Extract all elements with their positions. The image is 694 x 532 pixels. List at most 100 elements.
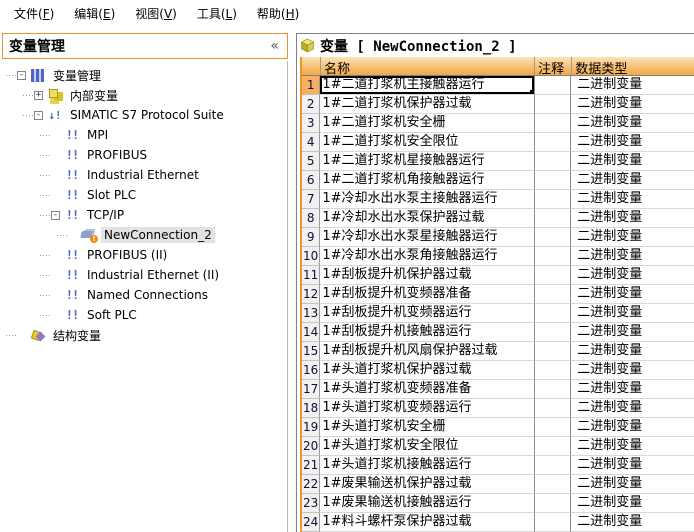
- comment-cell[interactable]: [535, 380, 571, 399]
- tree-item[interactable]: 结构变量: [2, 325, 287, 345]
- tag-name-cell[interactable]: 1#刮板提升机风扇保护器过载: [320, 342, 534, 361]
- tag-name-cell[interactable]: 1#头道打浆机接触器运行: [320, 456, 534, 475]
- datatype-cell[interactable]: 二进制变量: [571, 266, 694, 285]
- menu-item[interactable]: 视图(V): [125, 1, 187, 26]
- row-number-cell[interactable]: 4: [302, 133, 320, 152]
- tag-name-cell[interactable]: 1#头道打浆机变频器准备: [320, 380, 534, 399]
- datatype-cell[interactable]: 二进制变量: [571, 133, 694, 152]
- datatype-cell[interactable]: 二进制变量: [571, 171, 694, 190]
- menu-item[interactable]: 文件(F): [4, 1, 64, 26]
- tag-name-cell[interactable]: 1#头道打浆机安全限位: [320, 437, 534, 456]
- datatype-cell[interactable]: 二进制变量: [571, 399, 694, 418]
- comment-cell[interactable]: [535, 152, 571, 171]
- comment-cell[interactable]: [535, 133, 571, 152]
- datatype-cell[interactable]: 二进制变量: [571, 475, 694, 494]
- datatype-cell[interactable]: 二进制变量: [571, 304, 694, 323]
- tag-name-cell[interactable]: 1#刮板提升机变频器运行: [320, 304, 534, 323]
- comment-cell[interactable]: [535, 323, 571, 342]
- row-number-cell[interactable]: 24: [302, 513, 320, 532]
- tree-item[interactable]: !! PROFIBUS: [2, 145, 287, 165]
- tree-item[interactable]: NewConnection_2: [2, 225, 287, 245]
- comment-cell[interactable]: [535, 342, 571, 361]
- row-number-cell[interactable]: 11: [302, 266, 320, 285]
- row-number-cell[interactable]: 14: [302, 323, 320, 342]
- tree-item[interactable]: !! Named Connections: [2, 285, 287, 305]
- row-number-cell[interactable]: 9: [302, 228, 320, 247]
- tree-item[interactable]: !! Soft PLC: [2, 305, 287, 325]
- tree-expander-icon[interactable]: -: [17, 71, 26, 80]
- tag-name-cell[interactable]: 1#头道打浆机保护器过载: [320, 361, 534, 380]
- tag-name-cell[interactable]: 1#料斗螺杆泵保护器过载: [320, 513, 534, 532]
- comment-cell[interactable]: [535, 247, 571, 266]
- row-number-cell[interactable]: 19: [302, 418, 320, 437]
- comment-cell[interactable]: [535, 228, 571, 247]
- comment-cell[interactable]: [535, 209, 571, 228]
- datatype-cell[interactable]: 二进制变量: [571, 76, 694, 95]
- comment-cell[interactable]: [535, 266, 571, 285]
- tag-name-cell[interactable]: 1#废果输送机接触器运行: [320, 494, 534, 513]
- comment-cell[interactable]: [535, 456, 571, 475]
- datatype-cell[interactable]: 二进制变量: [571, 323, 694, 342]
- comment-cell[interactable]: [535, 361, 571, 380]
- datatype-cell[interactable]: 二进制变量: [571, 190, 694, 209]
- datatype-cell[interactable]: 二进制变量: [571, 95, 694, 114]
- tree-expander-icon[interactable]: -: [34, 111, 43, 120]
- row-number-cell[interactable]: 23: [302, 494, 320, 513]
- menu-item[interactable]: 编辑(E): [64, 1, 125, 26]
- datatype-cell[interactable]: 二进制变量: [571, 437, 694, 456]
- row-number-cell[interactable]: 15: [302, 342, 320, 361]
- datatype-cell[interactable]: 二进制变量: [571, 456, 694, 475]
- row-number-cell[interactable]: 18: [302, 399, 320, 418]
- datatype-cell[interactable]: 二进制变量: [571, 247, 694, 266]
- comment-cell[interactable]: [535, 76, 571, 95]
- tag-name-cell[interactable]: 1#二道打浆机星接触器运行: [320, 152, 534, 171]
- datatype-cell[interactable]: 二进制变量: [571, 513, 694, 532]
- comment-cell[interactable]: [535, 437, 571, 456]
- column-header-datatype[interactable]: 数据类型: [572, 57, 694, 75]
- row-number-cell[interactable]: 5: [302, 152, 320, 171]
- column-header-comment[interactable]: 注释: [535, 57, 572, 75]
- comment-cell[interactable]: [535, 285, 571, 304]
- datatype-cell[interactable]: 二进制变量: [571, 494, 694, 513]
- tag-name-cell[interactable]: 1#废果输送机保护器过载: [320, 475, 534, 494]
- menu-item[interactable]: 工具(L): [187, 1, 247, 26]
- tag-name-cell[interactable]: 1#二道打浆机安全限位: [320, 133, 534, 152]
- tag-name-cell[interactable]: 1#冷却水出水泵保护器过载: [320, 209, 534, 228]
- tag-name-cell[interactable]: 1#刮板提升机保护器过载: [320, 266, 534, 285]
- comment-cell[interactable]: [535, 190, 571, 209]
- row-number-cell[interactable]: 6: [302, 171, 320, 190]
- tag-name-cell[interactable]: 1#刮板提升机接触器运行: [320, 323, 534, 342]
- comment-cell[interactable]: [535, 304, 571, 323]
- row-number-cell[interactable]: 21: [302, 456, 320, 475]
- tree-item[interactable]: !! MPI: [2, 125, 287, 145]
- row-number-cell[interactable]: 7: [302, 190, 320, 209]
- datatype-cell[interactable]: 二进制变量: [571, 209, 694, 228]
- datatype-cell[interactable]: 二进制变量: [571, 228, 694, 247]
- tree-item[interactable]: !! Industrial Ethernet: [2, 165, 287, 185]
- tree-item[interactable]: - ↓! SIMATIC S7 Protocol Suite: [2, 105, 287, 125]
- comment-cell[interactable]: [535, 399, 571, 418]
- row-number-cell[interactable]: 22: [302, 475, 320, 494]
- tree-item[interactable]: !! Slot PLC: [2, 185, 287, 205]
- comment-cell[interactable]: [535, 418, 571, 437]
- row-number-cell[interactable]: 17: [302, 380, 320, 399]
- tag-name-cell[interactable]: 1#二道打浆机保护器过载: [320, 95, 534, 114]
- datatype-cell[interactable]: 二进制变量: [571, 152, 694, 171]
- row-number-cell[interactable]: 10: [302, 247, 320, 266]
- datatype-cell[interactable]: 二进制变量: [571, 418, 694, 437]
- tree-item[interactable]: + 内部变量: [2, 85, 287, 105]
- tree-expander-icon[interactable]: +: [34, 91, 43, 100]
- tag-name-cell[interactable]: 1#冷却水出水泵角接触器运行: [320, 247, 534, 266]
- tag-name-cell[interactable]: 1#二道打浆机主接触器运行: [320, 76, 534, 95]
- tree-item[interactable]: !! PROFIBUS (II): [2, 245, 287, 265]
- tag-name-cell[interactable]: 1#刮板提升机变频器准备: [320, 285, 534, 304]
- tree-item[interactable]: - 变量管理: [2, 65, 287, 85]
- datatype-cell[interactable]: 二进制变量: [571, 114, 694, 133]
- tag-name-cell[interactable]: 1#二道打浆机角接触器运行: [320, 171, 534, 190]
- datatype-cell[interactable]: 二进制变量: [571, 342, 694, 361]
- tag-name-cell[interactable]: 1#二道打浆机安全栅: [320, 114, 534, 133]
- comment-cell[interactable]: [535, 475, 571, 494]
- collapse-panel-icon[interactable]: «: [270, 38, 279, 54]
- column-header-name[interactable]: 名称: [321, 57, 535, 75]
- datatype-cell[interactable]: 二进制变量: [571, 380, 694, 399]
